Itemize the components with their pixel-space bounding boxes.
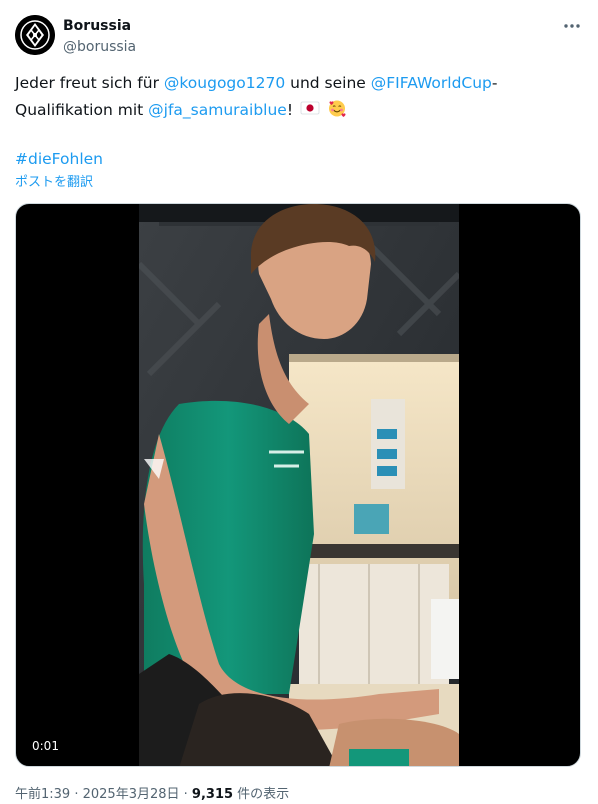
tweet-text-segment: und seine (285, 74, 371, 92)
borussia-logo-icon (15, 15, 55, 55)
japan-flag-icon (300, 101, 320, 115)
more-options-icon[interactable] (560, 14, 584, 38)
post-date[interactable]: 2025年3月28日 (83, 787, 180, 802)
tweet-text-segment: Qualifikation mit (15, 101, 149, 119)
view-count: 9,315 (191, 787, 234, 802)
hashtag-diefohlen[interactable]: #dieFohlen (15, 150, 103, 168)
tweet-meta: 午前1:39 · 2025年3月28日 · 9,315 件の表示 (15, 786, 289, 804)
smiling-face-with-hearts-icon (328, 100, 346, 117)
video-timestamp: 0:01 (32, 739, 59, 753)
tweet-text-segment: - (491, 74, 498, 92)
video-frame (139, 204, 459, 766)
tweet-line-hashtag: #dieFohlen (15, 146, 575, 173)
tweet-text: Jeder freut sich für @kougogo1270 und se… (15, 70, 575, 173)
meta-separator: · (70, 787, 83, 802)
mention-fifaworldcup[interactable]: @FIFAWorldCup (371, 74, 492, 92)
meta-separator: · (179, 787, 192, 802)
tweet-text-segment: ! (286, 101, 294, 119)
author-name[interactable]: Borussia (63, 17, 131, 35)
tweet-line-1: Jeder freut sich für @kougogo1270 und se… (15, 70, 575, 97)
author-handle[interactable]: @borussia (63, 38, 136, 56)
video-thumbnail-image (139, 204, 459, 766)
video-player[interactable]: 0:01 (15, 203, 581, 767)
tweet-line-2: Qualifikation mit @jfa_samuraiblue! (15, 97, 575, 124)
mention-kougogo1270[interactable]: @kougogo1270 (164, 74, 285, 92)
translate-post-link[interactable]: ポストを翻訳 (15, 174, 93, 192)
avatar[interactable] (15, 15, 55, 55)
mention-jfa-samuraiblue[interactable]: @jfa_samuraiblue (148, 101, 287, 119)
view-count-label: 件の表示 (233, 787, 290, 802)
post-time[interactable]: 午前1:39 (15, 787, 70, 802)
tweet-text-segment: Jeder freut sich für (15, 74, 164, 92)
